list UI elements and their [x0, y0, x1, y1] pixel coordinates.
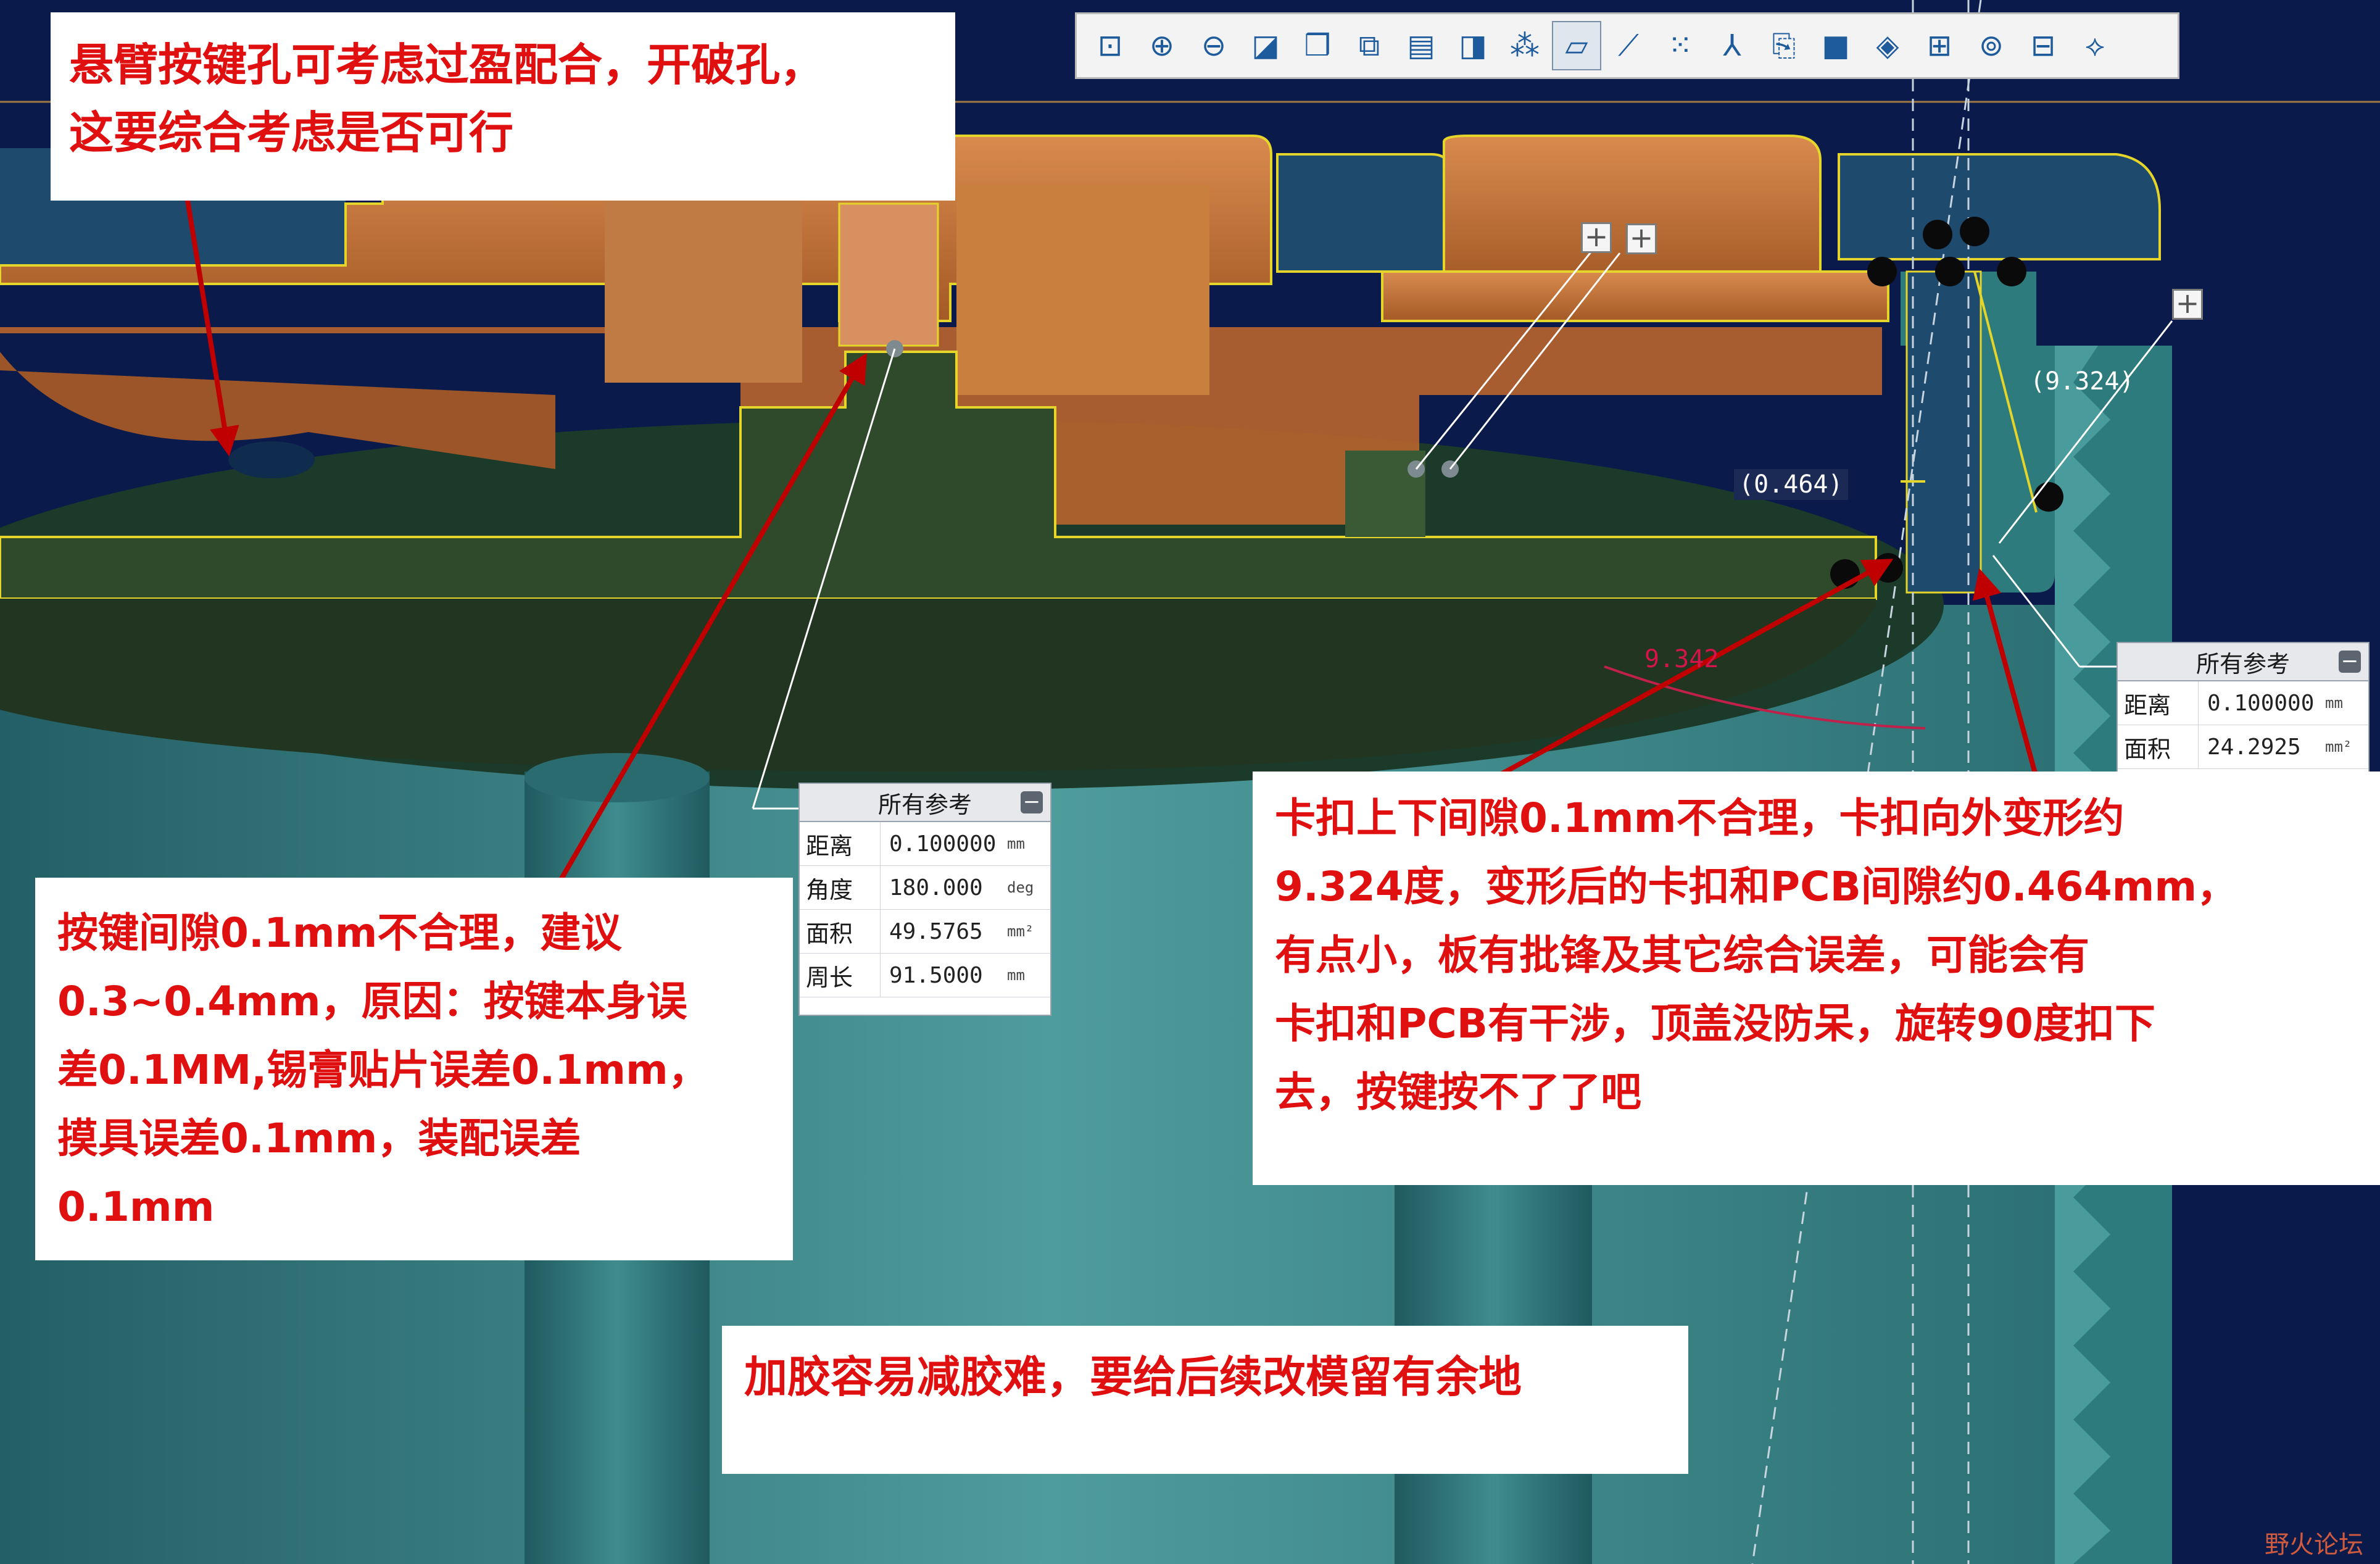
repaint-icon[interactable]: ◪ — [1241, 21, 1290, 70]
note-line: 卡扣上下间隙0.1mm不合理，卡扣向外变形约 — [1275, 794, 2125, 842]
expand-plus-icon[interactable]: + — [1581, 222, 1612, 253]
axis-display-icon[interactable]: ⟋ — [1604, 21, 1653, 70]
angle-dimension[interactable]: (9.324) — [2030, 367, 2134, 396]
measure-row: 角度 180.000 deg — [800, 866, 1050, 910]
measure-panel-key: 所有参考 − 距离 0.100000 mm 角度 180.000 deg 面积 49.5765… — [798, 783, 1051, 1016]
measure-unit: mm² — [1007, 923, 1034, 940]
csys-display-icon[interactable]: ⅄ — [1707, 21, 1757, 70]
plane-display-icon[interactable]: ▱ — [1552, 21, 1601, 70]
view-cube-icon[interactable]: ❒ — [1293, 21, 1342, 70]
measure-row: 面积 49.5765 mm² — [800, 910, 1050, 954]
measure-row: 距离 0.100000 mm — [2118, 681, 2368, 725]
collapse-icon[interactable]: − — [2339, 651, 2361, 673]
measure-unit: mm — [1007, 835, 1025, 852]
measure-label: 面积 — [800, 910, 881, 953]
measure-value: 0.100000 — [889, 831, 997, 857]
note-line: 摸具误差0.1mm，装配误差 — [57, 1115, 581, 1162]
measure-label: 距离 — [2118, 681, 2199, 725]
note-line: 0.3~0.4mm，原因：按键本身误 — [57, 978, 687, 1025]
zoom-out-icon[interactable]: ⊖ — [1189, 21, 1238, 70]
panel-title: 所有参考 — [877, 791, 972, 818]
spin-center-icon[interactable]: ⟡ — [2070, 21, 2120, 70]
note-line: 差0.1MM,锡膏贴片误差0.1mm， — [57, 1046, 709, 1094]
top-cover-right — [1838, 153, 2161, 260]
measure-value: 0.100000 — [2207, 690, 2315, 716]
measure-unit: deg — [1007, 879, 1034, 896]
angle-dimension-red[interactable]: 9.342 — [1644, 645, 1719, 673]
gap-dimension[interactable]: (0.464) — [1734, 469, 1848, 500]
note-line: 有点小，板有批锋及其它综合误差，可能会有 — [1275, 931, 2089, 979]
zoom-in-icon[interactable]: ⊕ — [1137, 21, 1187, 70]
view-toolbar: ⊡ ⊕ ⊖ ◪ ❒ ⧉ ▤ ◨ ⁂ ▱ ⟋ ⁙ ⅄ ⎘ ■ ◈ ⊞ ⊚ ⊟ ⟡ — [1075, 12, 2179, 79]
note-line: 卡扣和PCB有干涉，顶盖没防呆，旋转90度扣下 — [1275, 1000, 2155, 1047]
expand-plus-icon[interactable]: + — [2172, 289, 2203, 320]
point-display-icon[interactable]: ⁙ — [1656, 21, 1705, 70]
annotation-display-icon[interactable]: ⎘ — [1759, 21, 1809, 70]
measure-value: 180.000 — [889, 875, 983, 901]
measure-unit: mm — [1007, 967, 1025, 984]
orient-icon[interactable]: ⊚ — [1967, 21, 2016, 70]
refit-zoom-icon[interactable]: ⊡ — [1085, 21, 1135, 70]
note-line: 0.1mm — [57, 1183, 215, 1231]
measure-label: 距离 — [800, 822, 881, 865]
view-manager-icon[interactable]: ▤ — [1396, 21, 1446, 70]
note-line: 加胶容易减胶难，要给后续改模留有余地 — [744, 1352, 1522, 1402]
display-style-icon[interactable]: ◈ — [1863, 21, 1912, 70]
note-cantilever: 悬臂按键孔可考虑过盈配合，开破孔， 这要综合考虑是否可行 — [51, 12, 955, 201]
expand-plus-icon[interactable]: + — [1626, 223, 1657, 254]
note-glue: 加胶容易减胶难，要给后续改模留有余地 — [722, 1326, 1688, 1474]
measure-row: 距离 0.100000 mm — [800, 822, 1050, 866]
measure-value: 91.5000 — [889, 962, 983, 988]
perspective-icon[interactable]: ◨ — [1448, 21, 1498, 70]
note-snap-gap: 卡扣上下间隙0.1mm不合理，卡扣向外变形约 9.324度，变形后的卡扣和PCB间… — [1253, 772, 2380, 1185]
note-line: 这要综合考虑是否可行 — [69, 107, 514, 159]
tact-switch — [228, 441, 315, 478]
note-line: 按键间隙0.1mm不合理，建议 — [57, 909, 622, 957]
measure-value: 49.5765 — [889, 918, 983, 944]
measure-label: 角度 — [800, 866, 881, 909]
shading-icon[interactable]: ■ — [1811, 21, 1860, 70]
datum-display-icon[interactable]: ⁂ — [1500, 21, 1549, 70]
note-line: 9.324度，变形后的卡扣和PCB间隙约0.464mm， — [1275, 863, 2238, 910]
measure-label: 面积 — [2118, 725, 2199, 768]
note-line: 去，按键按不了了吧 — [1275, 1068, 1641, 1116]
measure-unit: mm — [2325, 694, 2343, 712]
measure-row: 面积 24.2925 mm² — [2118, 725, 2368, 769]
measure-unit: mm² — [2325, 738, 2352, 755]
collapse-icon[interactable]: − — [1021, 791, 1043, 813]
section-icon[interactable]: ⊞ — [1915, 21, 1964, 70]
measure-label: 周长 — [800, 954, 881, 997]
saved-views-icon[interactable]: ⧉ — [1345, 21, 1394, 70]
appearance-icon[interactable]: ⊟ — [2018, 21, 2068, 70]
note-button-gap: 按键间隙0.1mm不合理，建议 0.3~0.4mm，原因：按键本身误 差0.1MM,… — [35, 878, 793, 1260]
measure-value: 24.2925 — [2207, 734, 2301, 760]
watermark-logo: 野火论坛 — [2265, 1531, 2363, 1559]
measure-row: 周长 91.5000 mm — [800, 954, 1050, 997]
panel-title: 所有参考 — [2195, 650, 2290, 678]
note-line: 悬臂按键孔可考虑过盈配合，开破孔， — [69, 39, 825, 91]
